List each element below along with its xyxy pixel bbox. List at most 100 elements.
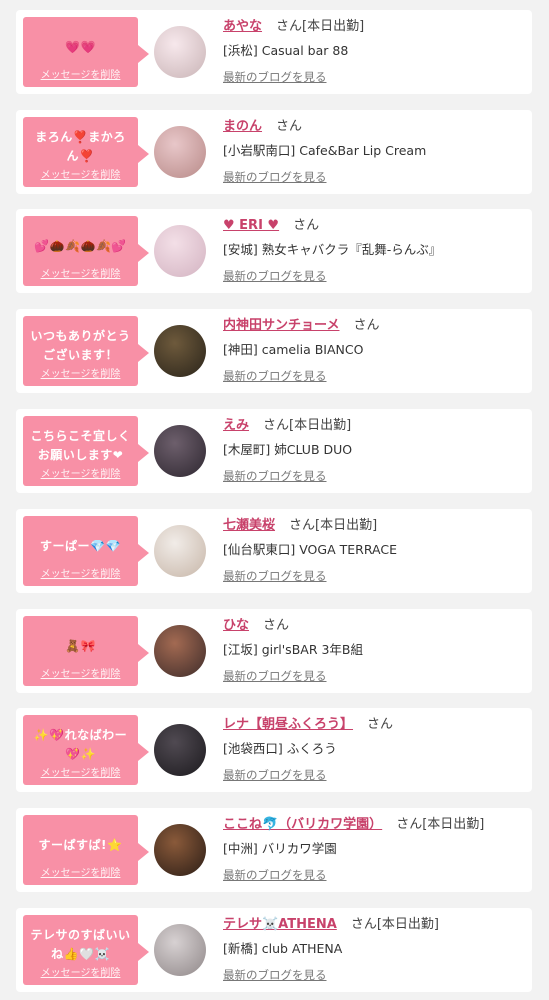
cast-name-row: ここね🐬（バリカワ学園） さん[本日出勤] [223, 815, 526, 835]
delete-message-link[interactable]: メッセージを削除 [23, 265, 138, 280]
shop-location: [中洲] バリカワ学園 [223, 841, 337, 856]
latest-blog-link[interactable]: 最新のブログを見る [223, 367, 526, 385]
status-badge: [本日出勤] [315, 518, 378, 533]
latest-blog-link[interactable]: 最新のブログを見る [223, 267, 526, 285]
delete-message-link[interactable]: メッセージを削除 [23, 565, 138, 580]
honorific: さん [276, 119, 303, 134]
cast-name-link[interactable]: レナ【朝昼ふくろう】 [223, 717, 353, 732]
latest-blog-link[interactable]: 最新のブログを見る [223, 68, 526, 86]
cast-info: レナ【朝昼ふくろう】 さん [池袋西口] ふくろう 最新のブログを見る [223, 715, 526, 784]
shop-location: [小岩駅南口] Cafe&Bar Lip Cream [223, 143, 427, 158]
status-badge: [本日出勤] [376, 917, 439, 932]
cast-name-row: 内神田サンチョーメ さん [223, 316, 526, 336]
avatar[interactable] [154, 724, 206, 776]
cast-info: 七瀬美桜 さん[本日出勤] [仙台駅東口] VOGA TERRACE 最新のブログを見… [223, 516, 526, 585]
cast-name-row: えみ さん[本日出勤] [223, 416, 526, 436]
avatar[interactable] [154, 625, 206, 677]
honorific: さん [396, 817, 423, 832]
status-badge: [本日出勤] [422, 817, 485, 832]
status-badge: [本日出勤] [302, 19, 365, 34]
cast-name-row: まのん さん [223, 117, 526, 137]
message-bubble: すーぱすぱ!⭐ メッセージを削除 [23, 815, 149, 885]
cast-name-row: テレサ☠️ATHENA さん[本日出勤] [223, 915, 526, 935]
honorific: さん [350, 917, 377, 932]
cast-name-row: ひな さん [223, 616, 526, 636]
avatar[interactable] [154, 824, 206, 876]
avatar[interactable] [154, 225, 206, 277]
message-text: いつもありがとうございます！ [30, 329, 131, 362]
message-bubble: こちらこそ宜しくお願いします❤︎ メッセージを削除 [23, 416, 149, 486]
avatar[interactable] [154, 325, 206, 377]
cast-name-link[interactable]: まのん [223, 119, 262, 134]
message-bubble: 🧸🎀 メッセージを削除 [23, 616, 149, 686]
avatar[interactable] [154, 525, 206, 577]
latest-blog-link[interactable]: 最新のブログを見る [223, 168, 526, 186]
message-text: ✨💖れなばわー💖✨ [33, 728, 128, 761]
message-card: すーぱー💎💎 メッセージを削除 七瀬美桜 さん[本日出勤] [仙台駅東口] VOGA T… [16, 509, 532, 593]
message-bubble: テレサのすばいいね👍🤍☠️ メッセージを削除 [23, 915, 149, 985]
message-text: 💕🌰🍂🌰🍂💕 [34, 238, 127, 253]
cast-name-link[interactable]: ♥ ERI ♥ [223, 218, 279, 233]
cast-name-link[interactable]: えみ [223, 418, 249, 433]
delete-message-link[interactable]: メッセージを削除 [23, 465, 138, 480]
honorific: さん [276, 19, 303, 34]
delete-message-link[interactable]: メッセージを削除 [23, 365, 138, 380]
cast-name-link[interactable]: ひな [223, 618, 249, 633]
message-text: こちらこそ宜しくお願いします❤︎ [30, 429, 131, 462]
honorific: さん [289, 518, 316, 533]
message-card: 💕🌰🍂🌰🍂💕 メッセージを削除 ♥ ERI ♥ さん [安城] 熟女キャバクラ『乱舞-ら… [16, 209, 532, 293]
cast-name-link[interactable]: ここね🐬（バリカワ学園） [223, 817, 382, 832]
latest-blog-link[interactable]: 最新のブログを見る [223, 766, 526, 784]
message-bubble: 💗💗 メッセージを削除 [23, 17, 149, 87]
avatar[interactable] [154, 26, 206, 78]
delete-message-link[interactable]: メッセージを削除 [23, 66, 138, 81]
latest-blog-link[interactable]: 最新のブログを見る [223, 966, 526, 984]
cast-info: テレサ☠️ATHENA さん[本日出勤] [新橋] club ATHENA 最新のブロ… [223, 915, 526, 984]
avatar[interactable] [154, 126, 206, 178]
delete-message-link[interactable]: メッセージを削除 [23, 764, 138, 779]
cast-name-row: 七瀬美桜 さん[本日出勤] [223, 516, 526, 536]
delete-message-link[interactable]: メッセージを削除 [23, 964, 138, 979]
message-card: こちらこそ宜しくお願いします❤︎ メッセージを削除 えみ さん[本日出勤] [木屋町] … [16, 409, 532, 493]
shop-location: [安城] 熟女キャバクラ『乱舞-らんぶ』 [223, 242, 442, 257]
message-text: まろん❣️まかろん❣️ [35, 130, 126, 163]
cast-name-row: あやな さん[本日出勤] [223, 17, 526, 37]
shop-location: [仙台駅東口] VOGA TERRACE [223, 542, 397, 557]
avatar[interactable] [154, 425, 206, 477]
cast-info: あやな さん[本日出勤] [浜松] Casual bar 88 最新のブログを見る [223, 17, 526, 86]
cast-info: 内神田サンチョーメ さん [神田] camelia BIANCO 最新のブログを見る [223, 316, 526, 385]
cast-name-link[interactable]: テレサ☠️ATHENA [223, 917, 337, 932]
status-badge: [本日出勤] [289, 418, 352, 433]
latest-blog-link[interactable]: 最新のブログを見る [223, 667, 526, 685]
message-bubble: いつもありがとうございます！ メッセージを削除 [23, 316, 149, 386]
latest-blog-link[interactable]: 最新のブログを見る [223, 866, 526, 884]
cast-name-row: レナ【朝昼ふくろう】 さん [223, 715, 526, 735]
honorific: さん [353, 318, 380, 333]
cast-name-link[interactable]: 内神田サンチョーメ [223, 318, 339, 333]
cast-name-link[interactable]: 七瀬美桜 [223, 518, 275, 533]
cast-info: ♥ ERI ♥ さん [安城] 熟女キャバクラ『乱舞-らんぶ』最新のブログを見る [223, 216, 526, 285]
shop-location: [神田] camelia BIANCO [223, 342, 364, 357]
honorific: さん [293, 218, 320, 233]
message-text: すーぱすぱ!⭐ [38, 837, 123, 852]
message-card: 💗💗 メッセージを削除 あやな さん[本日出勤] [浜松] Casual bar 88 最… [16, 10, 532, 94]
message-card: ✨💖れなばわー💖✨ メッセージを削除 レナ【朝昼ふくろう】 さん [池袋西口] ふくろう… [16, 708, 532, 792]
avatar[interactable] [154, 924, 206, 976]
message-text: テレサのすばいいね👍🤍☠️ [30, 928, 131, 961]
shop-location: [浜松] Casual bar 88 [223, 43, 349, 58]
cast-info: ひな さん [江坂] girl'sBAR 3年B組最新のブログを見る [223, 616, 526, 685]
message-bubble: まろん❣️まかろん❣️ メッセージを削除 [23, 117, 149, 187]
message-bubble: 💕🌰🍂🌰🍂💕 メッセージを削除 [23, 216, 149, 286]
message-card: まろん❣️まかろん❣️ メッセージを削除 まのん さん [小岩駅南口] Cafe&Bar… [16, 110, 532, 194]
message-bubble: すーぱー💎💎 メッセージを削除 [23, 516, 149, 586]
delete-message-link[interactable]: メッセージを削除 [23, 665, 138, 680]
message-bubble: ✨💖れなばわー💖✨ メッセージを削除 [23, 715, 149, 785]
delete-message-link[interactable]: メッセージを削除 [23, 166, 138, 181]
latest-blog-link[interactable]: 最新のブログを見る [223, 467, 526, 485]
shop-location: [江坂] girl'sBAR 3年B組 [223, 642, 364, 657]
message-text: 🧸🎀 [65, 638, 96, 653]
shop-location: [新橋] club ATHENA [223, 941, 343, 956]
cast-name-link[interactable]: あやな [223, 19, 262, 34]
delete-message-link[interactable]: メッセージを削除 [23, 864, 138, 879]
latest-blog-link[interactable]: 最新のブログを見る [223, 567, 526, 585]
